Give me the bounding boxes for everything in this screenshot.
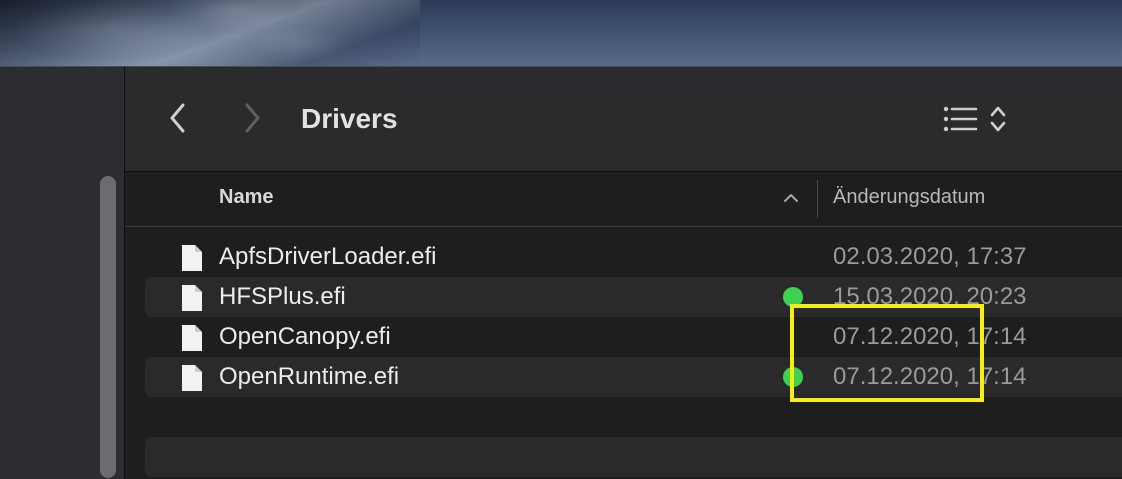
document-icon: [182, 245, 202, 271]
file-row[interactable]: ApfsDriverLoader.efi 02.03.2020, 17:37: [145, 237, 1122, 277]
back-button[interactable]: [161, 101, 195, 135]
file-date: 07.12.2020, 17:14: [833, 363, 1027, 390]
empty-list-row: [145, 437, 1122, 477]
finder-window: Drivers Name Änderungsdatum ApfsDriverLo…: [124, 66, 1122, 479]
file-name: HFSPlus.efi: [219, 283, 346, 310]
file-row[interactable]: HFSPlus.efi 15.03.2020, 20:23: [145, 277, 1122, 317]
chevron-right-icon: [245, 103, 260, 133]
green-tag-icon: [783, 367, 803, 387]
document-icon: [182, 365, 202, 391]
document-icon: [182, 325, 202, 351]
file-name: OpenRuntime.efi: [219, 363, 400, 390]
list-view-icon: [943, 106, 978, 132]
document-icon: [182, 285, 202, 311]
column-header-date[interactable]: Änderungsdatum: [833, 172, 985, 226]
file-name: OpenCanopy.efi: [219, 323, 391, 350]
view-options-button[interactable]: [943, 101, 1015, 137]
sidebar-scrollbar[interactable]: [100, 176, 116, 478]
file-date: 07.12.2020, 17:14: [833, 323, 1027, 350]
file-date: 02.03.2020, 17:37: [833, 243, 1027, 270]
file-row[interactable]: OpenRuntime.efi 07.12.2020, 17:14: [145, 357, 1122, 397]
file-date: 15.03.2020, 20:23: [833, 283, 1027, 310]
column-header: Name Änderungsdatum: [125, 172, 1122, 227]
green-tag-icon: [783, 287, 803, 307]
toolbar: Drivers: [125, 67, 1122, 172]
up-down-chevron-icon: [990, 106, 1006, 132]
desktop-wallpaper: [0, 0, 1122, 66]
forward-button[interactable]: [235, 101, 269, 135]
chevron-left-icon: [170, 103, 185, 133]
wallpaper-mountain: [0, 0, 420, 66]
file-name: ApfsDriverLoader.efi: [219, 243, 437, 270]
window-title: Drivers: [301, 103, 398, 134]
column-divider[interactable]: [817, 180, 818, 218]
chevron-up-icon[interactable]: [781, 188, 801, 208]
file-row[interactable]: OpenCanopy.efi 07.12.2020, 17:14: [145, 317, 1122, 357]
column-header-name[interactable]: Name: [219, 172, 273, 226]
